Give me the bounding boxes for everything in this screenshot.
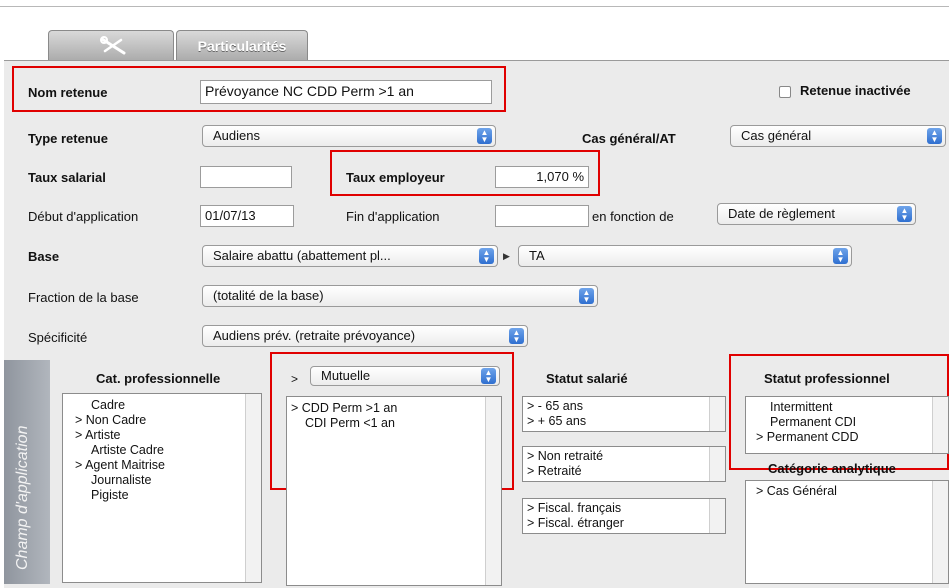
list-item[interactable]: > Fiscal. français bbox=[523, 501, 725, 516]
fiscal-scrollbar[interactable] bbox=[709, 499, 725, 533]
age-scrollbar[interactable] bbox=[709, 397, 725, 431]
list-item[interactable]: > Non retraité bbox=[523, 449, 725, 464]
list-item[interactable]: > Fiscal. étranger bbox=[523, 516, 725, 531]
categorie-analytique-list[interactable]: > Cas Général bbox=[745, 480, 949, 584]
statut-pro-header: Statut professionnel bbox=[764, 371, 890, 386]
taux-salarial-input[interactable] bbox=[200, 166, 292, 188]
fonction-label: en fonction de bbox=[592, 209, 674, 224]
fiscal-list[interactable]: > Fiscal. français > Fiscal. étranger bbox=[522, 498, 726, 534]
base-select[interactable]: Salaire abattu (abattement pl... ▲ ▼ bbox=[202, 245, 498, 267]
specificite-select[interactable]: Audiens prév. (retraite prévoyance) ▲ ▼ bbox=[202, 325, 528, 347]
tools-icon bbox=[100, 36, 126, 55]
age-list[interactable]: > - 65 ans > + 65 ans bbox=[522, 396, 726, 432]
type-label: Type retenue bbox=[28, 131, 108, 146]
tab-particularites-label: Particularités bbox=[197, 38, 287, 54]
fraction-select[interactable]: (totalité de la base) ▲ ▼ bbox=[202, 285, 598, 307]
debut-label: Début d'application bbox=[28, 209, 139, 224]
select-arrows-icon: ▲ ▼ bbox=[479, 248, 494, 264]
list-item[interactable]: > Retraité bbox=[523, 464, 725, 479]
base-label: Base bbox=[28, 249, 60, 264]
select-arrows-icon: ▲ ▼ bbox=[897, 206, 912, 222]
cat-pro-header: Cat. professionnelle bbox=[96, 371, 221, 386]
taux-salarial-label: Taux salarial bbox=[28, 170, 106, 185]
list-item[interactable]: > Cas Général bbox=[746, 484, 948, 499]
inactivee-checkbox[interactable] bbox=[779, 86, 791, 98]
base-tranche-value: TA bbox=[529, 248, 545, 263]
list-item[interactable]: Cadre bbox=[63, 398, 261, 413]
statut-pro-list[interactable]: Intermittent Permanent CDI > Permanent C… bbox=[745, 396, 949, 454]
specificite-select-value: Audiens prév. (retraite prévoyance) bbox=[213, 328, 416, 343]
list-item[interactable]: > Non Cadre bbox=[63, 413, 261, 428]
cas-select-value: Cas général bbox=[741, 128, 812, 143]
categorie-scrollbar[interactable] bbox=[932, 481, 948, 583]
retraite-list[interactable]: > Non retraité > Retraité bbox=[522, 446, 726, 482]
list-item[interactable]: Journaliste bbox=[63, 473, 261, 488]
list-item[interactable]: Permanent CDI bbox=[746, 415, 948, 430]
mutuelle-list[interactable]: > CDD Perm >1 an CDI Perm <1 an bbox=[286, 396, 502, 586]
nom-input[interactable]: Prévoyance NC CDD Perm >1 an bbox=[200, 80, 492, 104]
mutuelle-scrollbar[interactable] bbox=[485, 397, 501, 585]
fin-input[interactable] bbox=[495, 205, 589, 227]
select-arrows-icon: ▲ ▼ bbox=[833, 248, 848, 264]
list-item[interactable]: > CDD Perm >1 an bbox=[287, 401, 501, 416]
select-arrows-icon: ▲ ▼ bbox=[579, 288, 594, 304]
list-item[interactable]: Artiste Cadre bbox=[63, 443, 261, 458]
specificite-label: Spécificité bbox=[28, 330, 88, 345]
taux-employeur-input[interactable]: 1,070 % bbox=[495, 166, 589, 188]
list-item[interactable]: Pigiste bbox=[63, 488, 261, 503]
mutuelle-select-value: Mutuelle bbox=[321, 368, 371, 383]
list-item[interactable]: > Permanent CDD bbox=[746, 430, 948, 445]
fraction-label: Fraction de la base bbox=[28, 290, 139, 305]
cas-label: Cas général/AT bbox=[582, 131, 676, 146]
base-select-value: Salaire abattu (abattement pl... bbox=[213, 248, 391, 263]
select-arrows-icon: ▲ ▼ bbox=[509, 328, 524, 344]
mutuelle-select[interactable]: Mutuelle ▲ ▼ bbox=[310, 366, 500, 386]
fonction-select[interactable]: Date de règlement ▲ ▼ bbox=[717, 203, 916, 225]
statut-salarie-header: Statut salarié bbox=[546, 371, 628, 386]
fonction-select-value: Date de règlement bbox=[728, 206, 835, 221]
type-select[interactable]: Audiens ▲ ▼ bbox=[202, 125, 496, 147]
fin-label: Fin d'application bbox=[346, 209, 440, 224]
categorie-analytique-header: Catégorie analytique bbox=[768, 461, 896, 476]
tab-particularites[interactable]: Particularités bbox=[176, 30, 308, 62]
taux-employeur-label: Taux employeur bbox=[346, 170, 445, 185]
cas-select[interactable]: Cas général ▲ ▼ bbox=[730, 125, 946, 147]
nom-label: Nom retenue bbox=[28, 85, 108, 100]
fraction-select-value: (totalité de la base) bbox=[213, 288, 324, 303]
base-tranche-select[interactable]: TA ▲ ▼ bbox=[518, 245, 852, 267]
champ-application-label: Champ d'application bbox=[14, 425, 31, 570]
list-item[interactable]: > Artiste bbox=[63, 428, 261, 443]
cat-pro-scrollbar[interactable] bbox=[245, 394, 261, 582]
statut-pro-scrollbar[interactable] bbox=[932, 397, 948, 453]
select-arrows-icon: ▲ ▼ bbox=[481, 368, 496, 384]
list-item[interactable]: CDI Perm <1 an bbox=[287, 416, 501, 431]
list-item[interactable]: > - 65 ans bbox=[523, 399, 725, 414]
inactivee-label: Retenue inactivée bbox=[800, 83, 911, 98]
list-item[interactable]: > + 65 ans bbox=[523, 414, 725, 429]
list-item[interactable]: Intermittent bbox=[746, 400, 948, 415]
select-arrows-icon: ▲ ▼ bbox=[927, 128, 942, 144]
debut-input[interactable]: 01/07/13 bbox=[200, 205, 294, 227]
window-top-separator bbox=[0, 6, 949, 7]
cat-pro-list[interactable]: Cadre > Non Cadre > Artiste Artiste Cadr… bbox=[62, 393, 262, 583]
list-item[interactable]: > Agent Maitrise bbox=[63, 458, 261, 473]
mutuelle-prefix: > bbox=[291, 372, 299, 386]
base-separator-arrow-icon: ▶ bbox=[503, 251, 510, 261]
champ-application-tab: Champ d'application bbox=[4, 360, 50, 584]
select-arrows-icon: ▲ ▼ bbox=[477, 128, 492, 144]
retraite-scrollbar[interactable] bbox=[709, 447, 725, 481]
type-select-value: Audiens bbox=[213, 128, 260, 143]
tab-tools[interactable] bbox=[48, 30, 174, 62]
